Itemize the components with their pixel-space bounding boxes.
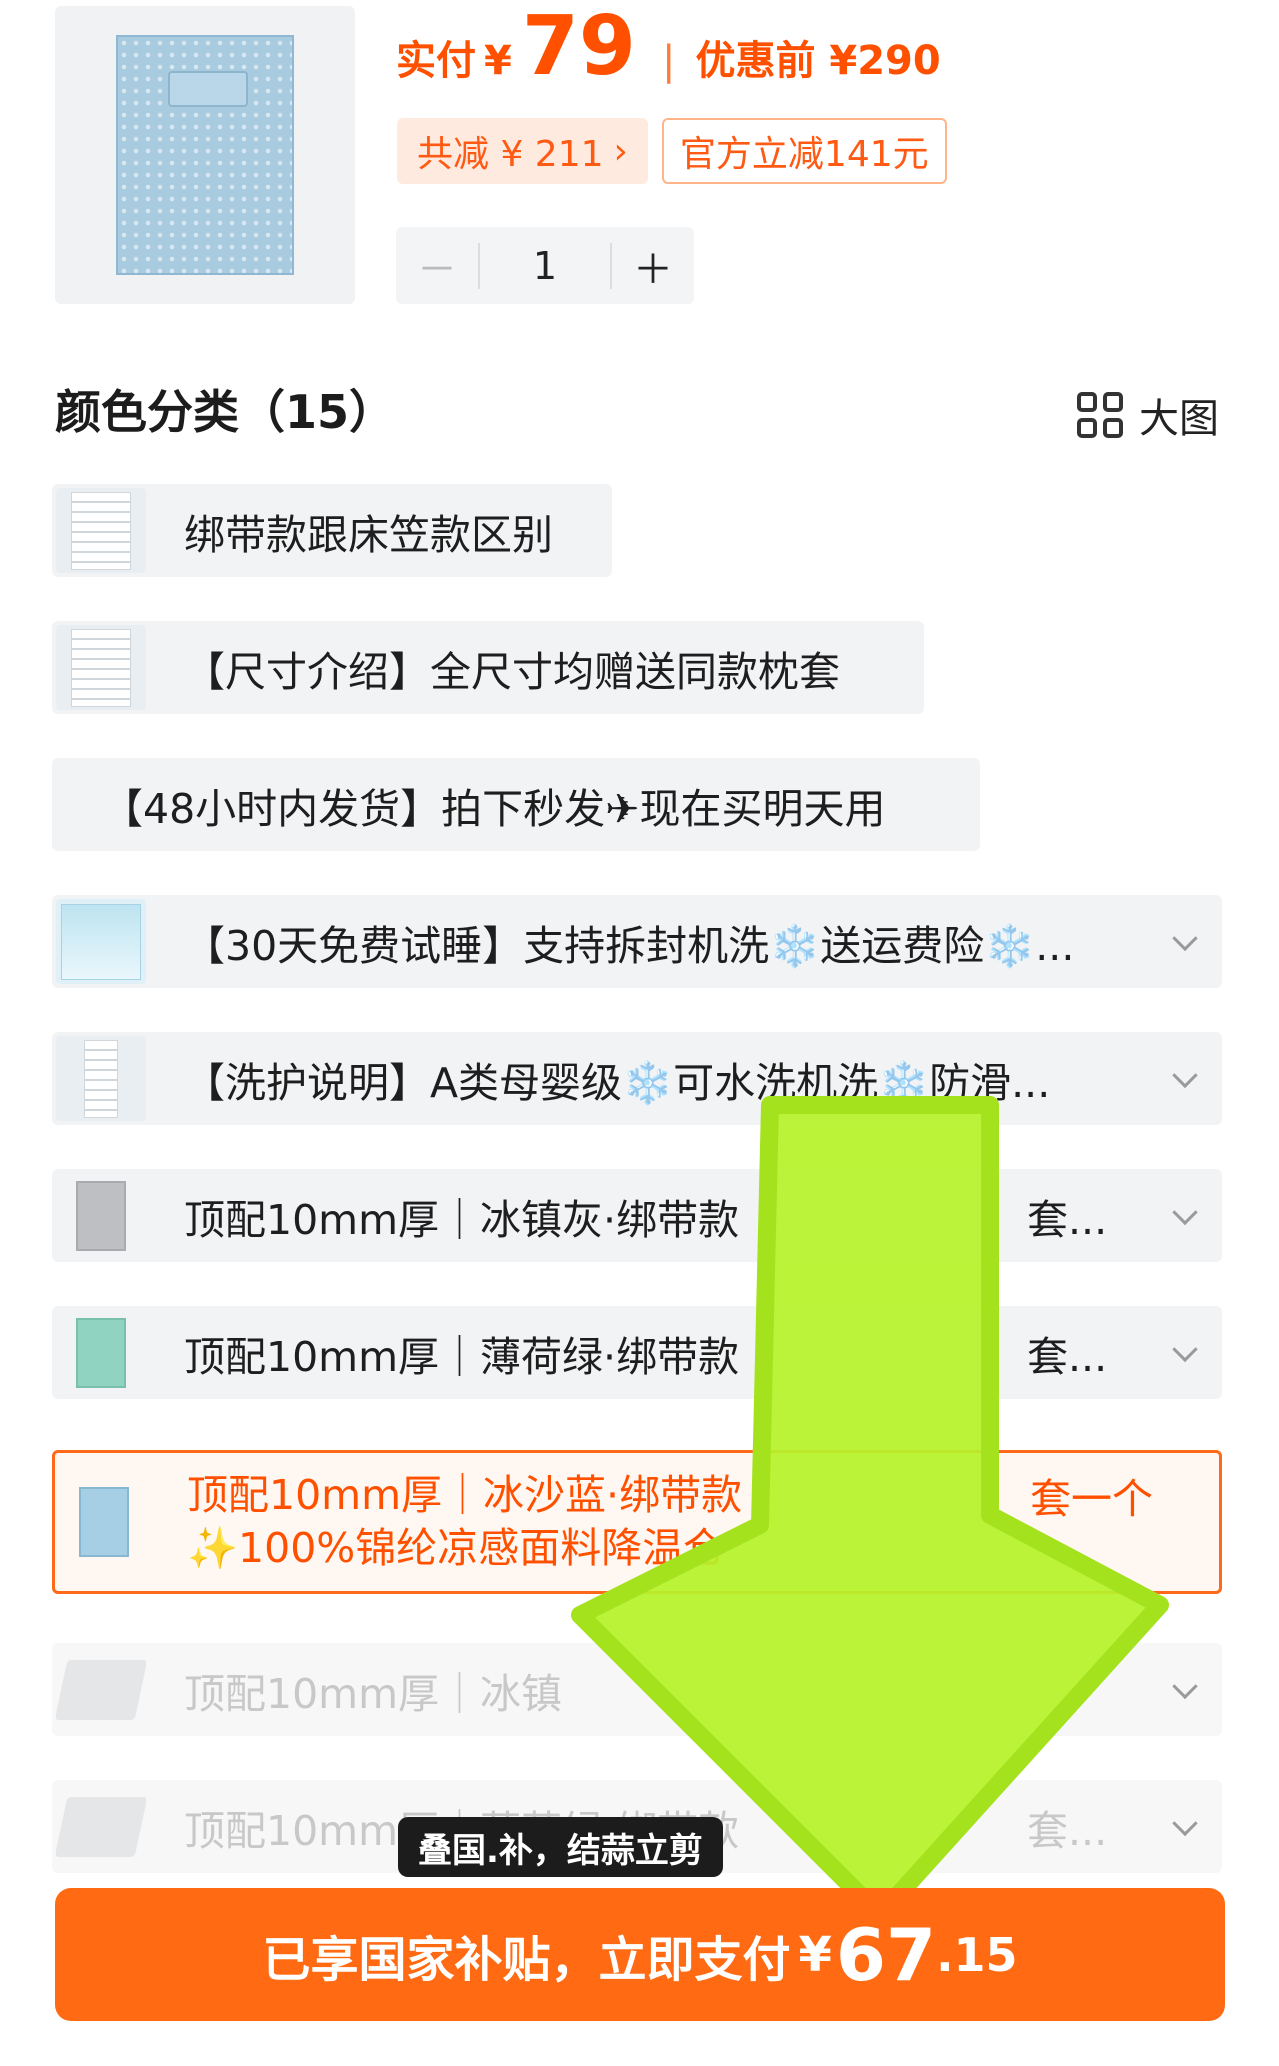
option-thumbnail	[56, 899, 146, 984]
decrease-button[interactable]: －	[396, 227, 478, 304]
price-row: 实付 ¥ 79 | 优惠前 ¥290	[396, 6, 941, 106]
option-thumbnail	[56, 1310, 146, 1395]
sku-option-label: 【30天免费试睡】支持拆封机洗❄️送运费险❄️...	[184, 921, 1075, 970]
option-thumbnail	[59, 1480, 149, 1565]
increase-button[interactable]: ＋	[612, 227, 694, 304]
option-thumbnail	[56, 488, 146, 573]
option-thumbnail	[56, 1173, 146, 1258]
pay-button-label: 已享国家补贴，立即支付	[262, 1931, 791, 1988]
page-root: 实付 ¥ 79 | 优惠前 ¥290 共减 ¥ 211 › 官方立减141元 －…	[0, 0, 1279, 2066]
quantity-stepper: － 1 ＋	[396, 227, 694, 304]
price-value: 79	[521, 0, 636, 94]
sku-option-label: 【尺寸介绍】全尺寸均赠送同款枕套	[184, 647, 840, 696]
big-view-label: 大图	[1139, 396, 1219, 442]
sku-option-label: 【48小时内发货】拍下秒发✈现在买明天用	[102, 784, 886, 833]
sku-option[interactable]: 绑带款跟床笠款区别	[52, 484, 612, 577]
option-thumbnail	[56, 1036, 146, 1121]
subsidy-tooltip: 叠国.补，结蒜立剪	[398, 1817, 723, 1877]
sku-option-label: 绑带款跟床笠款区别	[184, 510, 553, 559]
price-currency: ¥	[484, 38, 512, 84]
pay-currency: ¥	[798, 1926, 832, 1983]
sku-option[interactable]: 【尺寸介绍】全尺寸均赠送同款枕套	[52, 621, 924, 714]
product-image[interactable]	[55, 6, 355, 304]
pay-button[interactable]: 已享国家补贴，立即支付 ¥ 67 .15	[55, 1888, 1225, 2021]
total-discount-badge[interactable]: 共减 ¥ 211 ›	[397, 118, 648, 184]
official-discount-badge: 官方立减141元	[661, 118, 947, 184]
pay-amount-integer: 67	[835, 1912, 937, 1997]
chevron-right-icon: ›	[613, 130, 628, 172]
option-thumbnail	[56, 1784, 146, 1869]
original-price: 优惠前 ¥290	[695, 38, 941, 84]
sku-option[interactable]: 【48小时内发货】拍下秒发✈现在买明天用	[52, 758, 980, 851]
mat-illustration	[116, 35, 294, 275]
big-view-toggle[interactable]: 大图	[1077, 386, 1219, 444]
quantity-input[interactable]: 1	[478, 242, 612, 289]
color-category-title: 颜色分类（15）	[55, 385, 396, 439]
pay-amount-decimal: .15	[936, 1927, 1018, 1982]
price-label: 实付	[396, 38, 476, 84]
chevron-down-icon[interactable]	[1172, 925, 1198, 951]
sku-option[interactable]: 【30天免费试睡】支持拆封机洗❄️送运费险❄️...	[52, 895, 1222, 988]
price-separator: |	[661, 38, 676, 84]
discount-badges: 共减 ¥ 211 › 官方立减141元	[397, 118, 947, 184]
sku-option-label: 顶配10mm厚｜冰镇	[184, 1669, 563, 1718]
option-thumbnail	[56, 625, 146, 710]
option-thumbnail	[56, 1647, 146, 1732]
grid-icon	[1077, 392, 1123, 438]
total-discount-label: 共减 ¥ 211	[417, 134, 604, 175]
chevron-down-icon[interactable]	[1172, 1062, 1198, 1088]
